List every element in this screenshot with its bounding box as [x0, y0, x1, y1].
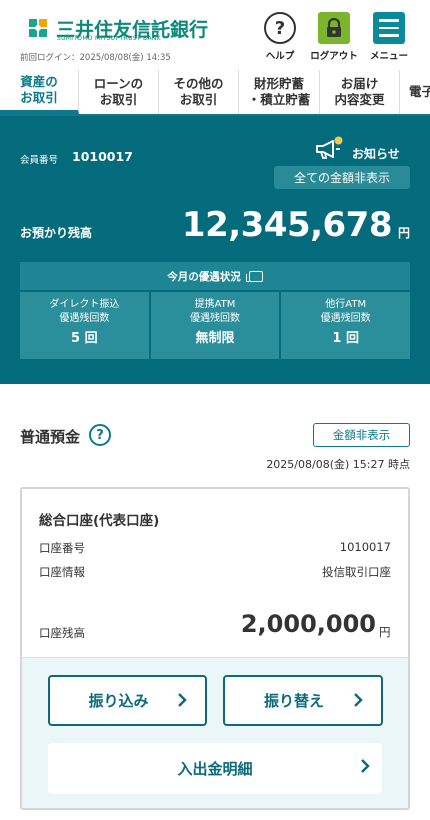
account-switch-button[interactable]: 振り替え: [223, 675, 383, 726]
bank-logo-icon: [29, 19, 47, 37]
chevron-right-icon: [178, 693, 187, 707]
transfer-label: 振り込み: [88, 692, 149, 710]
preferential-status-header[interactable]: 今月の優遇状況: [20, 262, 410, 290]
total-balance-label: お預かり残高: [20, 226, 93, 240]
account-balance-label: 口座残高: [39, 626, 85, 640]
notice-link[interactable]: お知らせ: [352, 145, 400, 162]
last-login: 前回ログイン：2025/08/08(金) 14:35: [20, 53, 171, 63]
account-number-label: 口座番号: [39, 541, 85, 555]
app-header: 三井住友信託銀行 SUMITOMO MITSUI TRUST BANK 前回ログ…: [0, 0, 430, 70]
account-balance: 2,000,000: [240, 610, 376, 638]
chevron-right-icon: [354, 693, 363, 707]
account-actions: 振り込み 振り替え 入出金明細: [22, 657, 408, 808]
member-number-label: 会員番号: [20, 155, 59, 166]
preferential-status-title: 今月の優遇状況: [167, 270, 241, 283]
help-button[interactable]: ? ヘルプ: [264, 12, 296, 62]
balance-summary: 会員番号 1010017 お知らせ 全ての金額非表示 お預かり残高 12,345…: [0, 116, 430, 384]
perk-direct-transfer: ダイレクト振込 優遇残回数 5 回: [20, 292, 149, 359]
help-icon: ?: [264, 12, 296, 44]
as-of-timestamp: 2025/08/08(金) 15:27 時点: [266, 458, 410, 471]
perk-other-bank-atm: 他行ATM 優遇残回数 1 回: [281, 292, 411, 359]
help-label: ヘルプ: [265, 51, 295, 62]
hide-all-amounts-button[interactable]: 全ての金額非表示: [274, 166, 410, 189]
tab-loans[interactable]: ローンの お取引: [79, 70, 159, 114]
account-info: 投信取引口座: [322, 565, 391, 579]
tab-assets[interactable]: 資産の お取引: [0, 70, 79, 114]
total-balance-value: 12,345,678: [181, 205, 393, 245]
hide-amount-button[interactable]: 金額非表示: [313, 423, 410, 447]
menu-button[interactable]: メニュー: [366, 12, 412, 62]
menu-label: メニュー: [369, 51, 408, 62]
perk-partner-atm: 提携ATM 優遇残回数 無制限: [150, 292, 280, 359]
account-name: 総合口座(代表口座): [39, 513, 160, 529]
chevron-right-icon: [361, 759, 370, 773]
transaction-tabs: 資産の お取引 ローンの お取引 その他の お取引 財形貯蓄 ・積立貯蓄 お届け 内容変更…: [0, 70, 430, 116]
account-number: 1010017: [339, 540, 391, 554]
total-balance-unit: 円: [398, 226, 411, 240]
transfer-button[interactable]: 振り込み: [48, 675, 207, 726]
account-balance-unit: 円: [379, 625, 391, 639]
tab-others[interactable]: その他の お取引: [159, 70, 239, 114]
statement-button[interactable]: 入出金明細: [48, 743, 382, 794]
perk-value: 無制限: [195, 331, 235, 346]
account-switch-label: 振り替え: [263, 692, 324, 710]
lock-icon: [318, 12, 350, 44]
megaphone-icon[interactable]: [314, 136, 344, 162]
perk-value: 1 回: [332, 331, 359, 346]
new-window-icon: [245, 270, 263, 282]
question-icon[interactable]: ?: [89, 424, 111, 446]
account-card: 総合口座(代表口座) 口座番号 1010017 口座情報 投信取引口座 口座残高…: [20, 487, 410, 810]
section-title-savings: 普通預金: [20, 428, 81, 446]
preferential-status-panel: 今月の優遇状況 ダイレクト振込 優遇残回数 5 回 提携ATM 優遇残回数 無制…: [20, 262, 411, 359]
account-info-label: 口座情報: [39, 565, 85, 579]
brand-subtitle: SUMITOMO MITSUI TRUST BANK: [57, 35, 161, 42]
perk-value: 5 回: [71, 331, 98, 346]
statement-label: 入出金明細: [177, 760, 253, 778]
logout-label: ログアウト: [310, 51, 358, 62]
hamburger-icon: [373, 12, 405, 44]
logout-button[interactable]: ログアウト: [306, 12, 362, 62]
member-number: 1010017: [72, 149, 133, 164]
tab-savings[interactable]: 財形貯蓄 ・積立貯蓄: [239, 70, 320, 114]
tab-electronic[interactable]: 電子: [400, 70, 430, 114]
tab-notification-change[interactable]: お届け 内容変更: [320, 70, 400, 114]
